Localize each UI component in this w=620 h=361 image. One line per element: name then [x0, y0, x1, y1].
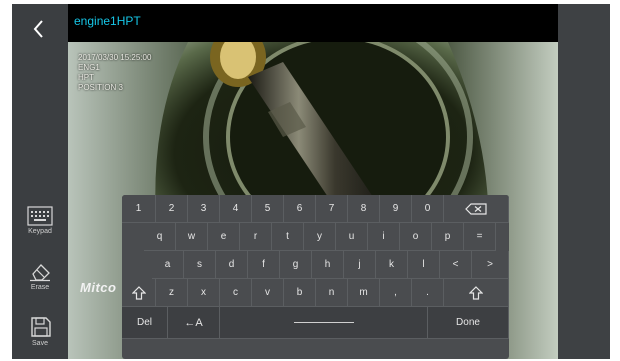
erase-button[interactable]: Erase: [18, 262, 62, 291]
erase-label: Erase: [30, 284, 50, 291]
key-0[interactable]: 0: [412, 195, 444, 223]
key-l[interactable]: l: [408, 251, 440, 279]
key-a[interactable]: a: [152, 251, 184, 279]
borescope-screen: Keypad Erase Save engine1HPT 2017/03/30 …: [12, 4, 610, 359]
keypad-icon: [27, 206, 53, 226]
shift-icon: [131, 285, 146, 300]
key-b[interactable]: b: [284, 279, 316, 307]
space-bar-line: [293, 322, 354, 323]
file-title: engine1HPT: [74, 14, 141, 28]
backspace-key[interactable]: [444, 195, 509, 223]
key-i[interactable]: i: [368, 223, 400, 251]
case-toggle-key[interactable]: ←A: [168, 307, 220, 339]
key-4[interactable]: 4: [220, 195, 252, 223]
done-key[interactable]: Done: [428, 307, 509, 339]
key-2[interactable]: 2: [156, 195, 188, 223]
key-1[interactable]: 1: [122, 195, 156, 223]
key-z[interactable]: z: [156, 279, 188, 307]
key-equals[interactable]: =: [464, 223, 496, 251]
key-7[interactable]: 7: [316, 195, 348, 223]
key-right-arrow[interactable]: >: [472, 251, 509, 279]
key-m[interactable]: m: [348, 279, 380, 307]
key-h[interactable]: h: [312, 251, 344, 279]
key-5[interactable]: 5: [252, 195, 284, 223]
key-f[interactable]: f: [248, 251, 280, 279]
key-d[interactable]: d: [216, 251, 248, 279]
shift-left-key[interactable]: [122, 279, 156, 307]
back-button[interactable]: [26, 16, 52, 42]
key-j[interactable]: j: [344, 251, 376, 279]
on-screen-keyboard: 1 2 3 4 5 6 7 8 9 0 q w e r t y u i o p …: [122, 195, 509, 359]
overlay-info: 2017/03/30 15:25:00 ENG1 HPT POSITION 3: [78, 53, 151, 93]
shift-right-key[interactable]: [444, 279, 509, 307]
key-comma[interactable]: ,: [380, 279, 412, 307]
key-t[interactable]: t: [272, 223, 304, 251]
key-s[interactable]: s: [184, 251, 216, 279]
key-3[interactable]: 3: [188, 195, 220, 223]
shift-icon: [469, 285, 483, 300]
key-period[interactable]: .: [412, 279, 444, 307]
chevron-left-icon: [33, 20, 43, 38]
delete-key[interactable]: Del: [122, 307, 168, 339]
key-p[interactable]: p: [432, 223, 464, 251]
key-8[interactable]: 8: [348, 195, 380, 223]
keypad-label: Keypad: [28, 228, 52, 235]
backspace-icon: [465, 202, 487, 215]
right-panel: [558, 4, 610, 359]
key-y[interactable]: y: [304, 223, 336, 251]
left-toolbar: Keypad Erase Save: [12, 4, 68, 359]
brand-logo: Mitco: [80, 280, 117, 295]
key-n[interactable]: n: [316, 279, 348, 307]
key-g[interactable]: g: [280, 251, 312, 279]
save-label: Save: [32, 340, 48, 347]
overlay-engine: ENG1: [78, 63, 100, 72]
key-c[interactable]: c: [220, 279, 252, 307]
key-x[interactable]: x: [188, 279, 220, 307]
key-w[interactable]: w: [176, 223, 208, 251]
key-k[interactable]: k: [376, 251, 408, 279]
key-6[interactable]: 6: [284, 195, 316, 223]
floppy-disk-icon: [31, 317, 51, 337]
key-v[interactable]: v: [252, 279, 284, 307]
key-q[interactable]: q: [144, 223, 176, 251]
key-u[interactable]: u: [336, 223, 368, 251]
title-bar: engine1HPT: [68, 4, 558, 42]
keypad-button[interactable]: Keypad: [18, 206, 62, 235]
save-button[interactable]: Save: [18, 316, 62, 347]
overlay-position: POSITION 3: [78, 83, 123, 92]
space-key[interactable]: [220, 307, 428, 339]
key-o[interactable]: o: [400, 223, 432, 251]
key-left-arrow[interactable]: <: [440, 251, 472, 279]
overlay-stage: HPT: [78, 73, 94, 82]
key-r[interactable]: r: [240, 223, 272, 251]
overlay-timestamp: 2017/03/30 15:25:00: [78, 53, 152, 62]
key-9[interactable]: 9: [380, 195, 412, 223]
eraser-icon: [30, 264, 50, 282]
key-e[interactable]: e: [208, 223, 240, 251]
